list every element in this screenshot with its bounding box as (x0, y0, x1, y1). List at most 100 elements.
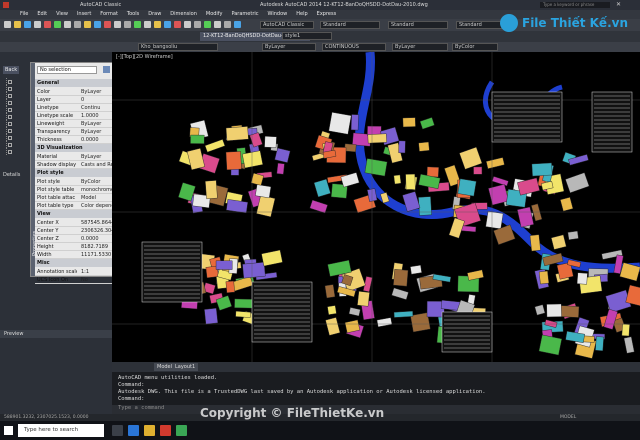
task-view-icon[interactable] (112, 425, 123, 436)
tree-expand-icon[interactable] (8, 115, 12, 119)
toolbar-tool-icon[interactable] (74, 21, 81, 28)
toolbar-tool-icon[interactable] (204, 21, 211, 28)
tree-expand-icon[interactable] (8, 94, 12, 98)
property-key: Linetype scale (37, 113, 74, 119)
land-parcel (418, 196, 432, 216)
file-explorer-icon[interactable] (144, 425, 155, 436)
mleader-style-combo[interactable]: style1 (282, 32, 332, 40)
toolbar-tool-icon[interactable] (94, 21, 101, 28)
dimstyle-combo[interactable]: Standard (388, 21, 448, 29)
layer-combo[interactable]: Kho_bangsoliu (138, 43, 218, 51)
linetype-combo[interactable]: CONTINUOUS (322, 43, 386, 51)
toolbar-tool-icon[interactable] (214, 21, 221, 28)
toolbar-tool-icon[interactable] (14, 21, 21, 28)
menu-view[interactable]: View (56, 10, 68, 19)
workspace-combo[interactable]: AutoCAD Classic (260, 21, 314, 29)
tab-layout1[interactable]: Layout1 (172, 363, 199, 371)
land-parcel (391, 287, 409, 300)
windows-start-icon[interactable] (4, 426, 13, 435)
toolbar-tool-icon[interactable] (154, 21, 161, 28)
tree-item[interactable] (6, 141, 28, 148)
tree-expand-icon[interactable] (8, 108, 12, 112)
menu-edit[interactable]: Edit (37, 10, 47, 19)
autocad-taskbar-icon[interactable] (160, 425, 171, 436)
toolbar-tool-icon[interactable] (134, 21, 141, 28)
tree-expand-icon[interactable] (8, 143, 12, 147)
toolbar-tool-icon[interactable] (4, 21, 11, 28)
tree-expand-icon[interactable] (8, 80, 12, 84)
toolbar-tool-icon[interactable] (144, 21, 151, 28)
toolbar-tool-icon[interactable] (224, 21, 231, 28)
land-parcel (393, 310, 414, 318)
taskbar-search-input[interactable]: Type here to search (18, 424, 104, 437)
menu-modify[interactable]: Modify (206, 10, 223, 19)
textstyle-combo[interactable]: Standard (320, 21, 380, 29)
toolbar-tool-icon[interactable] (114, 21, 121, 28)
drawing-canvas[interactable]: [-][Top][2D Wireframe] (112, 52, 640, 362)
edge-icon[interactable] (128, 425, 139, 436)
back-tab[interactable]: Back (3, 66, 19, 74)
tree-expand-icon[interactable] (8, 101, 12, 105)
toolbar-tool-icon[interactable] (184, 21, 191, 28)
tree-item[interactable] (6, 106, 28, 113)
toolbar-tool-icon[interactable] (54, 21, 61, 28)
tree-item[interactable] (6, 120, 28, 127)
chrome-icon[interactable] (176, 425, 187, 436)
tree-item[interactable] (6, 127, 28, 134)
toolbar-tool-icon[interactable] (164, 21, 171, 28)
menu-insert[interactable]: Insert (77, 10, 91, 19)
tree-expand-icon[interactable] (8, 150, 12, 154)
tree-item[interactable] (6, 92, 28, 99)
color-combo[interactable]: ByLayer (262, 43, 316, 51)
land-parcel (448, 217, 465, 239)
legend-table (491, 91, 563, 143)
menu-parametric[interactable]: Parametric (231, 10, 258, 19)
viewport-label[interactable]: [-][Top][2D Wireframe] (116, 54, 173, 60)
menu-tools[interactable]: Tools (127, 10, 139, 19)
toolbar-tool-icon[interactable] (234, 21, 241, 28)
menu-dimension[interactable]: Dimension (170, 10, 197, 19)
close-icon[interactable]: ✕ (616, 1, 621, 8)
model-toggle[interactable]: MODEL (560, 414, 576, 421)
tree-item[interactable] (6, 113, 28, 120)
toolbar-tool-icon[interactable] (104, 21, 111, 28)
toolbar-tool-icon[interactable] (124, 21, 131, 28)
tree-expand-icon[interactable] (8, 87, 12, 91)
menu-window[interactable]: Window (268, 10, 288, 19)
tree-item[interactable] (6, 134, 28, 141)
help-search-input[interactable]: Type a keyword or phrase (540, 2, 610, 8)
toolbar-tool-icon[interactable] (44, 21, 51, 28)
menu-express[interactable]: Express (317, 10, 337, 19)
tree-item[interactable] (6, 148, 28, 155)
land-parcel (567, 230, 579, 241)
coordinate-readout: 588901.3232, 2307025.1523, 0.0000 (4, 415, 89, 420)
property-key: Color (37, 89, 51, 95)
toggle-pickadd-icon[interactable] (103, 66, 110, 73)
toolbar-tool-icon[interactable] (84, 21, 91, 28)
toolbar-tool-icon[interactable] (34, 21, 41, 28)
tree-expand-icon[interactable] (8, 129, 12, 133)
menu-format[interactable]: Format (100, 10, 118, 19)
menu-draw[interactable]: Draw (148, 10, 161, 19)
plotstyle-combo[interactable]: ByColor (452, 43, 498, 51)
menu-file[interactable]: File (20, 10, 28, 19)
toolbar-tool-icon[interactable] (194, 21, 201, 28)
selection-dropdown[interactable]: No selection (37, 66, 97, 74)
toolbar-tool-icon[interactable] (64, 21, 71, 28)
tree-expand-icon[interactable] (8, 122, 12, 126)
tree-expand-icon[interactable] (8, 136, 12, 140)
toolbar-tool-icon[interactable] (174, 21, 181, 28)
tree-item[interactable] (6, 85, 28, 92)
land-parcel (546, 303, 562, 318)
toolbar-tool-icon[interactable] (24, 21, 31, 28)
legend-table (141, 241, 203, 303)
lineweight-combo[interactable]: ByLayer (392, 43, 448, 51)
land-parcel (623, 336, 635, 354)
autocad-logo-icon[interactable] (3, 2, 9, 8)
menu-help[interactable]: Help (296, 10, 307, 19)
land-parcel (186, 148, 206, 171)
land-parcel (242, 261, 266, 279)
tree-item[interactable] (6, 78, 28, 85)
tree-item[interactable] (6, 99, 28, 106)
land-parcel (215, 260, 233, 270)
